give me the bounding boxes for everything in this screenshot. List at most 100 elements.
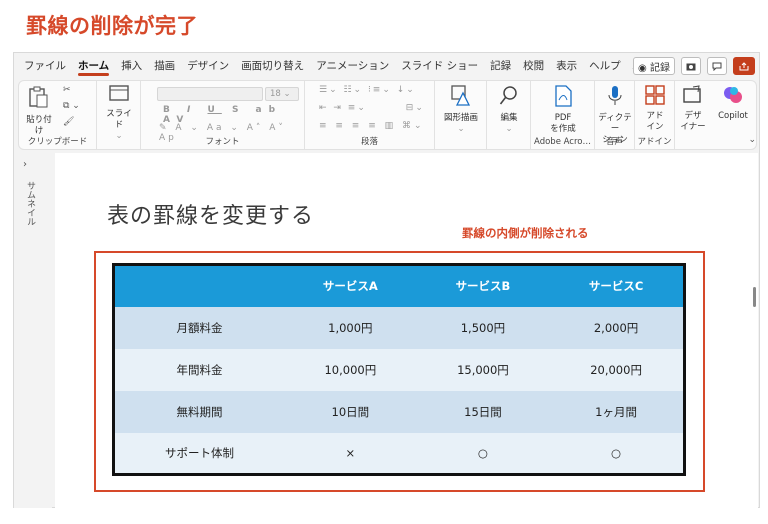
tab-view[interactable]: 表示 — [550, 53, 583, 79]
group-voice: ディクテー ション 音声 — [595, 81, 635, 149]
table-cell[interactable]: 1,000円 — [283, 306, 417, 349]
adobe-label: Adobe Acro… — [534, 137, 591, 147]
clipboard-label: クリップボード — [27, 137, 88, 147]
header-cell[interactable]: サービスA — [283, 264, 417, 307]
comment-icon[interactable] — [707, 57, 727, 75]
list-buttons[interactable]: ☰⌄ ☷⌄ ⁝≡⌄ ↓⌄ — [319, 85, 416, 95]
tab-animations[interactable]: アニメーション — [310, 53, 395, 79]
table-cell[interactable]: 10,000円 — [283, 348, 417, 391]
row-label[interactable]: サポート体制 — [113, 432, 284, 475]
slide-title[interactable]: 表の罫線を変更する — [107, 198, 314, 230]
ribbon: 貼り付け ✂ ⧉ ⌄ 🖌 クリップボード スライド ⌄ 18 ⌄ B I U S… — [18, 80, 757, 150]
table-cell[interactable]: 1,500円 — [416, 306, 550, 349]
table-cell[interactable]: ○ — [549, 432, 685, 475]
tab-help[interactable]: ヘルプ — [583, 53, 627, 79]
designer-button[interactable]: デザ イナー — [677, 85, 709, 133]
group-paragraph: ☰⌄ ☷⌄ ⁝≡⌄ ↓⌄ ⇤ ⇥ ≡⌄ ⊟⌄ ≡ ≡ ≡ ≡ ▥ ⌘⌄ 段落 — [305, 81, 435, 149]
vertical-scrollbar[interactable] — [753, 287, 756, 307]
addins-label: アドイン — [637, 137, 672, 147]
paragraph-label: 段落 — [360, 137, 378, 147]
designer-line1: デザ — [684, 111, 702, 121]
annotation-note: 罫線の内側が削除される — [462, 226, 589, 240]
share-icon[interactable] — [733, 57, 755, 75]
microphone-icon — [608, 86, 622, 105]
group-addins: アド イン アドイン — [635, 81, 675, 149]
row-label[interactable]: 無料期間 — [113, 390, 284, 433]
thumbnail-label[interactable]: サムネイル — [24, 181, 37, 226]
font-size-box[interactable]: 18 ⌄ — [265, 87, 299, 101]
search-icon — [499, 86, 517, 105]
tab-home[interactable]: ホーム — [72, 53, 115, 79]
slide-canvas[interactable]: 表の罫線を変更する 罫線の内側が削除される サービスA サービスB サービスC … — [55, 153, 758, 508]
group-drawing: 図形描画 ⌄ — [435, 81, 487, 149]
addins-icon — [645, 85, 665, 105]
copilot-button[interactable]: Copilot — [711, 85, 755, 122]
ribbon-collapse-icon[interactable]: ⌄ — [748, 135, 756, 145]
tab-draw[interactable]: 描画 — [148, 53, 181, 79]
new-slide-button[interactable]: スライド ⌄ — [103, 85, 135, 142]
table-cell[interactable]: 15,000円 — [416, 348, 550, 391]
tab-insert[interactable]: 挿入 — [115, 53, 148, 79]
table-row: 無料期間 10日間 15日間 1ヶ月間 — [113, 390, 685, 433]
shapes-label: 図形描画 — [443, 113, 478, 123]
cut-icon[interactable]: ✂ — [63, 85, 71, 95]
format-painter-icon[interactable]: 🖌 — [63, 117, 74, 127]
font-label: フォント — [205, 137, 240, 147]
font-style-buttons[interactable]: B I U S ab AV — [163, 105, 304, 125]
tab-file[interactable]: ファイル — [18, 53, 72, 79]
table-cell[interactable]: 15日間 — [416, 390, 550, 433]
table-cell[interactable]: 10日間 — [283, 390, 417, 433]
copilot-icon — [724, 87, 742, 103]
page-heading: 罫線の削除が完了 — [26, 14, 198, 38]
new-slide-label: スライド — [106, 109, 132, 130]
shapes-button[interactable]: 図形描画 ⌄ — [441, 85, 481, 135]
addins-button[interactable]: アド イン — [639, 85, 671, 133]
voice-label: 音声 — [605, 137, 623, 147]
new-slide-icon — [109, 85, 129, 101]
tab-design[interactable]: デザイン — [181, 53, 235, 79]
group-clipboard: 貼り付け ✂ ⧉ ⌄ 🖌 クリップボード — [19, 81, 97, 149]
copilot-label: Copilot — [718, 111, 748, 121]
paste-button[interactable]: 貼り付け — [25, 85, 53, 137]
pdf-line1: PDF — [554, 113, 572, 123]
row-label[interactable]: 月額料金 — [113, 306, 284, 349]
table-cell[interactable]: × — [283, 432, 417, 475]
tab-record[interactable]: 記録 — [484, 53, 517, 79]
copy-icon[interactable]: ⧉ ⌄ — [63, 101, 80, 111]
table-cell[interactable]: 2,000円 — [549, 306, 685, 349]
record-button[interactable]: ◉ 記録 — [633, 57, 675, 75]
indent-buttons[interactable]: ⇤ ⇥ ≡⌄ ⊟⌄ — [319, 103, 425, 113]
header-cell[interactable]: サービスB — [416, 264, 550, 307]
editing-label: 編集 — [500, 113, 518, 123]
dictate-line1: ディクテー — [598, 113, 632, 134]
align-buttons[interactable]: ≡ ≡ ≡ ≡ ▥ ⌘⌄ — [319, 121, 425, 131]
thumbnail-pane: › サムネイル — [14, 153, 52, 508]
font-name-box[interactable] — [157, 87, 263, 101]
row-label[interactable]: 年間料金 — [113, 348, 284, 391]
editing-button[interactable]: 編集 ⌄ — [493, 85, 525, 135]
header-cell[interactable]: サービスC — [549, 264, 685, 307]
service-table[interactable]: サービスA サービスB サービスC 月額料金 1,000円 1,500円 2,0… — [112, 263, 686, 476]
header-cell[interactable] — [113, 264, 284, 307]
table-row: 年間料金 10,000円 15,000円 20,000円 — [113, 348, 685, 391]
paste-label: 貼り付け — [26, 115, 52, 136]
tab-transitions[interactable]: 画面切り替え — [235, 53, 310, 79]
expand-chevron-icon[interactable]: › — [23, 159, 27, 170]
table-cell[interactable]: 20,000円 — [549, 348, 685, 391]
table-cell[interactable]: 1ヶ月間 — [549, 390, 685, 433]
tab-review[interactable]: 校閲 — [517, 53, 550, 79]
group-slides: スライド ⌄ — [97, 81, 141, 149]
camera-icon[interactable] — [681, 57, 701, 75]
table-header-row: サービスA サービスB サービスC — [113, 264, 685, 307]
powerpoint-window: ファイル ホーム 挿入 描画 デザイン 画面切り替え アニメーション スライド … — [13, 52, 760, 508]
font-size-value: 18 — [270, 89, 281, 99]
table-row: 月額料金 1,000円 1,500円 2,000円 — [113, 306, 685, 349]
paste-icon — [29, 86, 48, 108]
ribbon-tabs: ファイル ホーム 挿入 描画 デザイン 画面切り替え アニメーション スライド … — [14, 53, 759, 79]
pdf-icon — [555, 85, 572, 107]
tab-slideshow[interactable]: スライド ショー — [395, 53, 484, 79]
group-adobe: PDF を作成 Adobe Acro… — [531, 81, 595, 149]
table-cell[interactable]: ○ — [416, 432, 550, 475]
table-row: サポート体制 × ○ ○ — [113, 432, 685, 475]
create-pdf-button[interactable]: PDF を作成 — [539, 85, 587, 135]
